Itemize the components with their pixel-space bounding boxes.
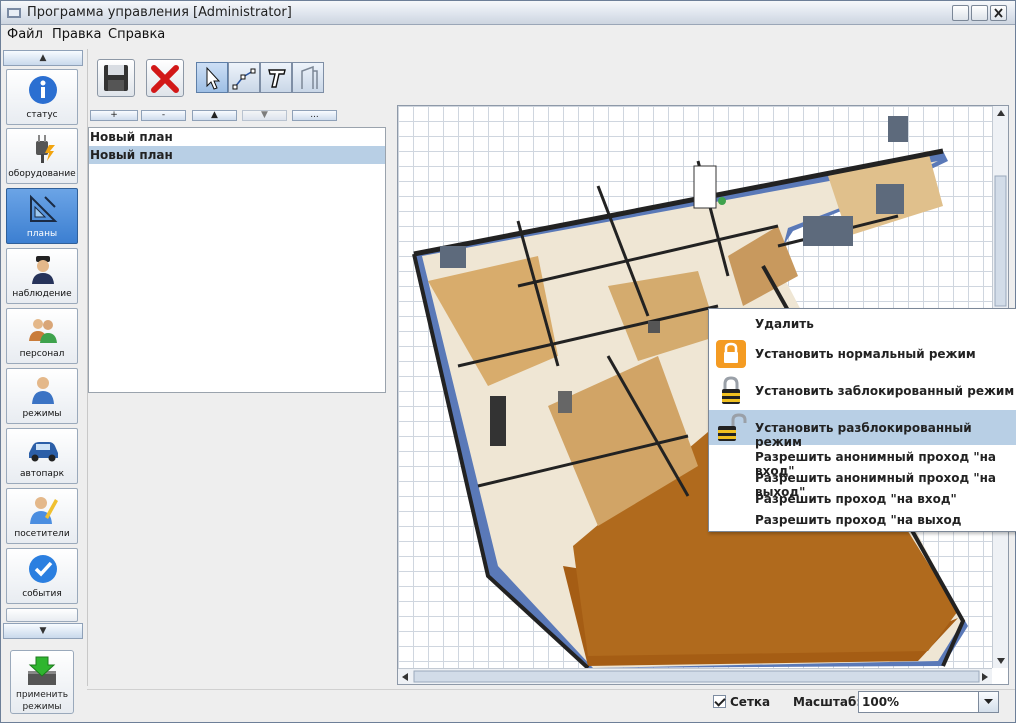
menu-edit[interactable]: Правка [52,27,101,42]
plan-list: Новый план Новый план [88,127,386,393]
menu-item-unlocked-mode[interactable]: Установить разблокированный режим [709,410,1016,449]
close-button[interactable] [990,5,1007,21]
list-item-selected[interactable]: Новый план [89,146,385,164]
people-icon [29,319,57,343]
menu-item-anon-exit[interactable]: Разрешить анонимный проход "на выход" [709,468,1016,499]
plan-icon [30,194,58,222]
grid-checkbox[interactable] [713,695,726,708]
sidebar-item-plans[interactable]: планы [6,188,78,244]
more-button[interactable]: ... [292,110,337,121]
plug-icon [36,135,55,163]
window-title: Программа управления [Administrator] [27,5,292,20]
select-tool[interactable] [196,62,228,93]
main-window: Программа управления [Administrator] Фай… [0,0,1016,723]
car-icon [29,442,58,462]
horizontal-scrollbar[interactable] [398,668,992,684]
sidebar-item-visitors[interactable]: посетители [6,488,78,544]
list-item[interactable]: Новый план [89,128,385,146]
sidebar-item-label: посетители [14,529,70,539]
grid-label: Сетка [730,695,771,709]
sidebar-item-label: планы [26,229,58,239]
apply-modes-button[interactable]: применить режимы [10,650,74,714]
lock-orange-icon [716,340,746,368]
menu-file[interactable]: Файл [7,27,43,42]
sidebar-item-label: режимы [22,409,62,419]
sidebar-item-surveillance[interactable]: наблюдение [6,248,78,304]
scale-value: 100% [862,695,900,709]
sidebar-item-label: наблюдение [12,289,72,299]
menu-item-exit[interactable]: Разрешить проход "на выход [709,510,1016,531]
maximize-button[interactable] [971,5,988,21]
guard-icon [32,256,54,284]
text-tool[interactable] [260,62,292,93]
sidebar: ▲ статус оборудование планы наблюдение п… [1,49,85,721]
sidebar-item-fleet[interactable]: автопарк [6,428,78,484]
door-icon [301,65,318,89]
text-icon [268,69,286,88]
visitor-icon [30,497,58,524]
app-icon [7,8,21,18]
add-plan-button[interactable]: + [90,110,138,121]
context-menu: Удалить Установить нормальный режим Уста… [708,308,1016,532]
check-icon [29,555,57,583]
menu-help[interactable]: Справка [108,27,165,42]
sidebar-item-personnel[interactable]: персонал [6,308,78,364]
sidebar-item-events[interactable]: события [6,548,78,604]
sidebar-item-partial[interactable] [6,608,78,622]
chevron-down-icon[interactable] [978,692,998,712]
menu-item-anon-entry[interactable]: Разрешить анонимный проход "на вход" [709,447,1016,478]
sidebar-item-label: оборудование [8,169,76,179]
person-icon [32,377,54,404]
menu-bar: Файл Правка Справка [1,25,1015,45]
move-up-button[interactable]: ▲ [192,110,237,121]
sidebar-item-status[interactable]: статус [6,69,78,125]
download-arrow-icon [28,656,56,685]
scale-label: Масштаб: [793,695,862,709]
title-bar: Программа управления [Administrator] [1,1,1015,25]
red-x-icon [151,65,179,93]
sidebar-item-label: события [22,589,62,599]
delete-button[interactable] [146,59,184,97]
cursor-icon [206,66,221,90]
door-tool[interactable] [292,62,324,93]
scale-select[interactable]: 100% [858,691,999,713]
sidebar-item-label: персонал [19,349,65,359]
sidebar-scroll-down[interactable]: ▼ [3,623,83,639]
close-icon [994,8,1003,18]
sidebar-item-label: статус [26,110,58,120]
line-tool[interactable] [228,62,260,93]
floppy-icon [104,65,128,91]
move-down-button[interactable]: ▼ [242,110,287,121]
polyline-icon [232,68,256,90]
remove-plan-button[interactable]: - [141,110,186,121]
apply-label-line1: применить [15,690,69,700]
menu-item-delete[interactable]: Удалить [709,313,1016,335]
sidebar-item-label: автопарк [19,469,65,479]
info-icon [29,76,57,104]
save-button[interactable] [97,59,135,97]
sidebar-item-equipment[interactable]: оборудование [6,128,78,184]
sidebar-scroll-up[interactable]: ▲ [3,50,83,66]
menu-item-entry[interactable]: Разрешить проход "на вход" [709,489,1016,510]
menu-item-normal-mode[interactable]: Установить нормальный режим [709,337,1016,371]
sidebar-item-modes[interactable]: режимы [6,368,78,424]
menu-item-locked-mode[interactable]: Установить заблокированный режим [709,373,1016,409]
lock-open-icon [718,413,747,441]
minimize-button[interactable] [952,5,969,21]
lock-closed-icon [722,376,740,404]
apply-label-line2: режимы [22,702,62,712]
